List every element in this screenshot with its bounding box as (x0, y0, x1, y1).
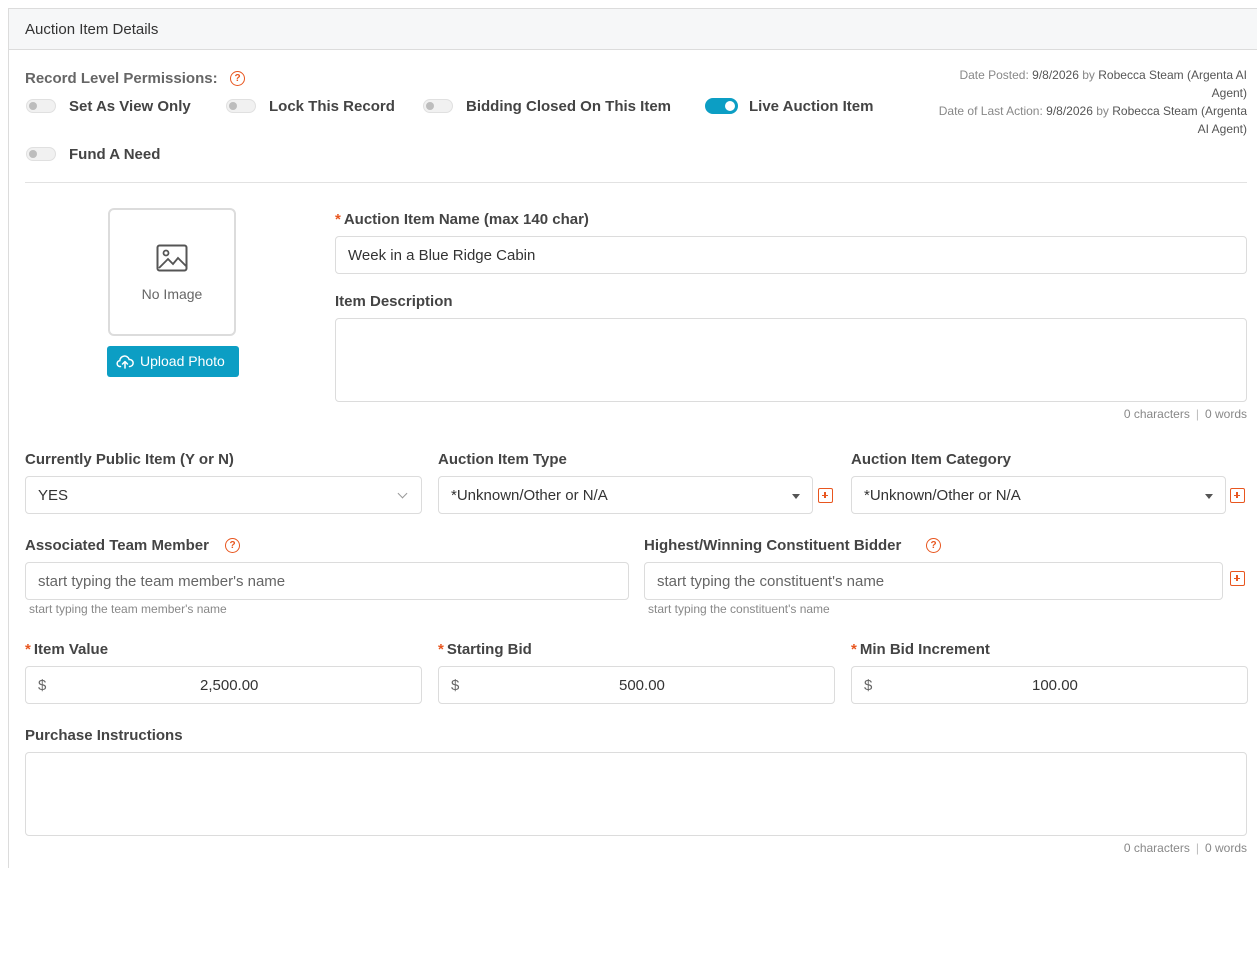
permissions-label: Record Level Permissions: (25, 70, 218, 87)
item-description-textarea[interactable] (335, 318, 1247, 402)
cloud-upload-icon (116, 355, 134, 369)
live-auction-item-label: Live Auction Item (749, 98, 874, 115)
panel-header: Auction Item Details (9, 9, 1257, 50)
caret-down-icon (1205, 494, 1213, 499)
image-placeholder-icon (156, 244, 188, 272)
public-item-select[interactable]: YES (25, 476, 422, 514)
bidder-input[interactable]: start typing the constituent's name (644, 562, 1223, 600)
item-value-input[interactable]: $ 2,500.00 (25, 666, 422, 704)
description-counter: 0 characters | 0 words (1123, 407, 1247, 421)
required-marker: * (335, 211, 341, 228)
set-as-view-only-toggle[interactable] (26, 99, 56, 113)
fund-a-need-toggle[interactable] (26, 147, 56, 161)
lock-this-record-toggle[interactable] (226, 99, 256, 113)
min-increment-label: * Min Bid Increment (851, 641, 990, 658)
panel-title: Auction Item Details (25, 21, 159, 38)
item-name-input[interactable]: Week in a Blue Ridge Cabin (335, 236, 1247, 274)
bidder-helper: start typing the constituent's name (648, 602, 830, 616)
add-bidder-icon[interactable] (1230, 571, 1245, 586)
upload-photo-button[interactable]: Upload Photo (107, 346, 239, 377)
bidder-label: Highest/Winning Constituent Bidder (644, 537, 902, 554)
required-marker: * (25, 641, 31, 658)
required-marker: * (851, 641, 857, 658)
set-as-view-only-label: Set As View Only (69, 98, 191, 115)
live-auction-item-toggle[interactable] (705, 98, 738, 114)
bidding-closed-toggle[interactable] (423, 99, 453, 113)
upload-photo-label: Upload Photo (140, 353, 225, 369)
bidding-closed-label: Bidding Closed On This Item (466, 98, 672, 115)
team-member-input[interactable]: start typing the team member's name (25, 562, 629, 600)
chevron-down-icon (397, 488, 408, 499)
item-description-label: Item Description (335, 293, 453, 310)
image-placeholder: No Image (108, 208, 236, 336)
auction-item-details-panel: Auction Item Details Record Level Permis… (8, 8, 1257, 868)
starting-bid-input[interactable]: $ 500.00 (438, 666, 835, 704)
required-marker: * (438, 641, 444, 658)
item-type-label: Auction Item Type (438, 451, 567, 468)
item-category-label: Auction Item Category (851, 451, 1012, 468)
caret-down-icon (792, 494, 800, 499)
purchase-instructions-label: Purchase Instructions (25, 727, 183, 744)
item-category-select[interactable]: *Unknown/Other or N/A (851, 476, 1226, 514)
public-item-label: Currently Public Item (Y or N) (25, 451, 234, 468)
last-action-meta: Date of Last Action: 9/8/2026 by Robecca… (938, 104, 1247, 136)
date-posted-meta: Date Posted: 9/8/2026 by Robecca Steam (… (959, 68, 1247, 100)
team-member-label: Associated Team Member (25, 537, 209, 554)
min-increment-input[interactable]: $ 100.00 (851, 666, 1248, 704)
question-circle-icon[interactable]: ? (225, 538, 240, 553)
no-image-text: No Image (141, 286, 203, 302)
add-item-category-icon[interactable] (1230, 488, 1245, 503)
item-type-select[interactable]: *Unknown/Other or N/A (438, 476, 813, 514)
question-circle-icon[interactable]: ? (230, 71, 245, 86)
question-circle-icon[interactable]: ? (926, 538, 941, 553)
add-item-type-icon[interactable] (818, 488, 833, 503)
starting-bid-label: * Starting Bid (438, 641, 532, 658)
fund-a-need-label: Fund A Need (69, 146, 161, 163)
item-value-label: * Item Value (25, 641, 109, 658)
section-divider (25, 182, 1247, 183)
team-member-helper: start typing the team member's name (29, 602, 227, 616)
purchase-counter: 0 characters | 0 words (1123, 841, 1247, 855)
lock-this-record-label: Lock This Record (269, 98, 395, 115)
item-name-label: * Auction Item Name (max 140 char) (335, 211, 589, 228)
purchase-instructions-textarea[interactable] (25, 752, 1247, 836)
